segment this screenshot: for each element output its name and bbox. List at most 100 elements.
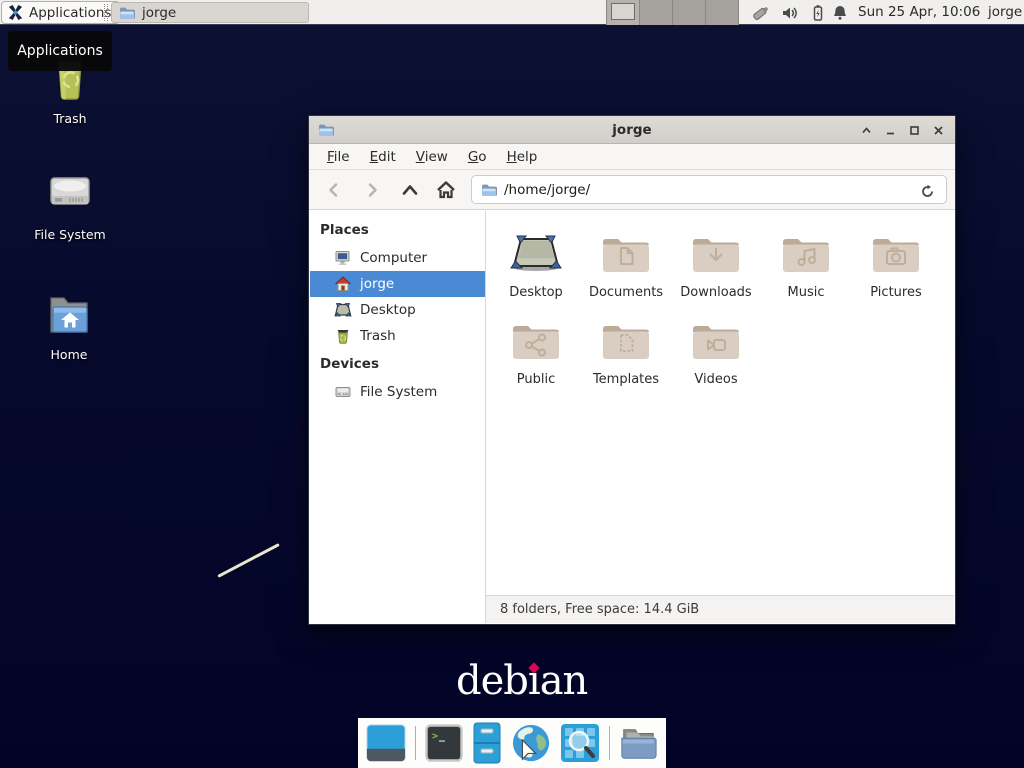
trash-small-icon — [334, 327, 352, 345]
path-folder-icon — [481, 182, 497, 198]
desktop-icon-label: File System — [34, 227, 106, 242]
workspace-pager[interactable] — [606, 0, 739, 25]
sidebar-item-label: File System — [360, 384, 437, 400]
taskbar-window-button[interactable]: jorge — [111, 2, 309, 23]
close-button[interactable] — [932, 124, 945, 137]
menu-help[interactable]: Help — [497, 146, 548, 168]
sidebar-item-trash[interactable]: Trash — [310, 323, 485, 349]
xfce-x-icon — [7, 4, 24, 21]
file-item-label: Pictures — [870, 285, 921, 300]
menu-view[interactable]: View — [406, 146, 458, 168]
sidebar-item-jorge[interactable]: jorge — [310, 271, 485, 297]
stylus-icon[interactable] — [751, 3, 771, 23]
workspace-cell-3[interactable] — [673, 0, 706, 25]
menu-edit[interactable]: Edit — [360, 146, 406, 168]
menubar: FileEditViewGoHelp — [309, 144, 955, 170]
workspace-window-preview — [611, 3, 635, 20]
statusbar-text: 8 folders, Free space: 14.4 GiB — [500, 602, 699, 617]
sidebar-item-computer[interactable]: Computer — [310, 245, 485, 271]
up-button[interactable] — [397, 177, 423, 203]
svg-text:>: > — [432, 731, 438, 742]
back-button[interactable] — [321, 177, 347, 203]
file-item-label: Documents — [589, 285, 663, 300]
workspace-cell-2[interactable] — [640, 0, 673, 25]
debian-logo: debıan — [456, 658, 587, 704]
file-view[interactable]: Desktop Documents DownloadsMusic Pictures Pu… — [486, 211, 954, 623]
file-item-documents[interactable]: Documents — [583, 225, 669, 300]
desktop-icon-label: Trash — [53, 111, 86, 126]
drive-big-icon — [44, 168, 96, 222]
file-item-label: Videos — [694, 372, 737, 387]
applications-tooltip: Applications — [8, 31, 112, 71]
forward-button[interactable] — [359, 177, 385, 203]
panel-handle[interactable] — [104, 4, 108, 21]
titlebar[interactable]: jorge — [309, 116, 955, 144]
sidebar-heading-devices: Devices — [310, 349, 485, 379]
sidebar-item-file-system[interactable]: File System — [310, 379, 485, 405]
folder-public-icon — [512, 312, 560, 370]
folder-music-icon — [782, 225, 830, 283]
file-item-music[interactable]: Music — [763, 225, 849, 300]
dock-separator — [609, 726, 610, 760]
shade-button[interactable] — [860, 124, 873, 137]
panel-username[interactable]: jorge — [988, 0, 1022, 25]
folder-templates-icon — [602, 312, 650, 370]
dock: >_ — [358, 718, 666, 768]
dock-window-icon[interactable] — [366, 723, 406, 763]
logo-text-left: deb — [456, 658, 528, 704]
workspace-cell-4[interactable] — [706, 0, 739, 25]
file-item-templates[interactable]: Templates — [583, 312, 669, 387]
sidebar-heading-places: Places — [310, 215, 485, 245]
workspace-cell-1[interactable] — [607, 0, 640, 25]
drive-small-icon — [334, 383, 352, 401]
maximize-button[interactable] — [908, 124, 921, 137]
reload-icon[interactable] — [916, 180, 938, 202]
desktop-icon-file-system[interactable]: File System — [22, 168, 118, 242]
bell-icon[interactable] — [830, 3, 850, 23]
home-button[interactable] — [433, 177, 459, 203]
folder-icon — [119, 5, 135, 21]
dock-terminal-icon[interactable]: >_ — [425, 723, 463, 763]
file-item-desktop[interactable]: Desktop — [493, 225, 579, 300]
dock-globe-icon[interactable] — [511, 723, 551, 763]
dock-finder-icon[interactable] — [560, 723, 600, 763]
file-manager-window: jorge FileEditViewGoHelp — [308, 115, 956, 625]
dock-cabinet-icon[interactable] — [472, 723, 502, 763]
file-item-public[interactable]: Public — [493, 312, 579, 387]
location-bar[interactable]: /home/jorge/ — [471, 175, 947, 204]
sidebar: PlacesComputer jorge Desktop TrashDevices Fi… — [310, 211, 486, 623]
computer-small-icon — [334, 249, 352, 267]
sidebar-item-label: jorge — [360, 276, 394, 292]
top-panel: Applications jorge Sun 25 Apr, 10:06 jor… — [0, 0, 1024, 25]
sidebar-item-label: Desktop — [360, 302, 416, 318]
sidebar-item-desktop[interactable]: Desktop — [310, 297, 485, 323]
applications-menu-button[interactable]: Applications — [1, 1, 120, 24]
folder-pictures-icon — [872, 225, 920, 283]
battery-icon[interactable] — [808, 3, 828, 23]
statusbar: 8 folders, Free space: 14.4 GiB — [486, 595, 954, 623]
file-item-downloads[interactable]: Downloads — [673, 225, 759, 300]
file-item-videos[interactable]: Videos — [673, 312, 759, 387]
dock-folder-dock-icon[interactable] — [618, 723, 658, 763]
home-big-icon — [43, 290, 95, 342]
volume-icon[interactable] — [780, 3, 800, 23]
menu-file[interactable]: File — [317, 146, 360, 168]
panel-clock[interactable]: Sun 25 Apr, 10:06 — [858, 0, 980, 25]
desktop-icon-label: Home — [51, 347, 88, 362]
toolbar: /home/jorge/ — [309, 170, 955, 210]
window-title: jorge — [309, 122, 955, 138]
tooltip-text: Applications — [17, 43, 103, 59]
minimize-button[interactable] — [884, 124, 897, 137]
file-item-pictures[interactable]: Pictures — [853, 225, 939, 300]
taskbar-window-label: jorge — [142, 5, 176, 21]
folder-videos-icon — [692, 312, 740, 370]
logo-letter-i: ı — [528, 658, 540, 704]
desktop: Applications jorge Sun 25 Apr, 10:06 jor… — [0, 0, 1024, 768]
desktop-small-icon — [334, 301, 352, 319]
svg-text:_: _ — [439, 731, 446, 742]
path-text[interactable]: /home/jorge/ — [504, 182, 590, 198]
menu-go[interactable]: Go — [458, 146, 497, 168]
logo-text-right: an — [540, 658, 588, 704]
desktop-icon-home[interactable]: Home — [21, 290, 117, 362]
folder-documents-icon — [602, 225, 650, 283]
